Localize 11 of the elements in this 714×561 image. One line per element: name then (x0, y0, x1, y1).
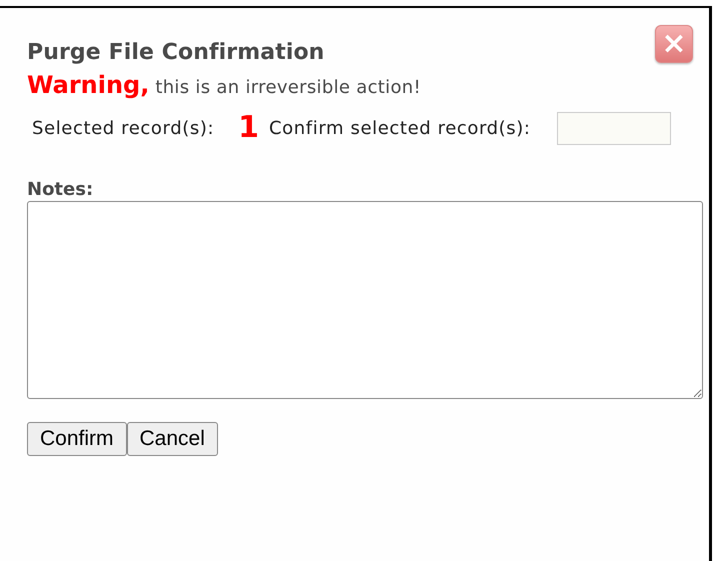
selected-records-label: Selected record(s): (32, 118, 214, 138)
selected-count: 1 (238, 111, 260, 145)
notes-label: Notes: (27, 179, 94, 200)
confirm-records-label: Confirm selected record(s): (269, 118, 531, 138)
warning-message: this is an irreversible action! (155, 77, 421, 98)
confirm-button[interactable]: Confirm (27, 422, 127, 456)
cancel-button[interactable]: Cancel (126, 422, 218, 456)
dialog-title: Purge File Confirmation (27, 40, 324, 65)
confirm-count-field[interactable] (556, 112, 671, 144)
notes-field[interactable] (27, 201, 703, 399)
warning-label: Warning, (27, 71, 150, 99)
